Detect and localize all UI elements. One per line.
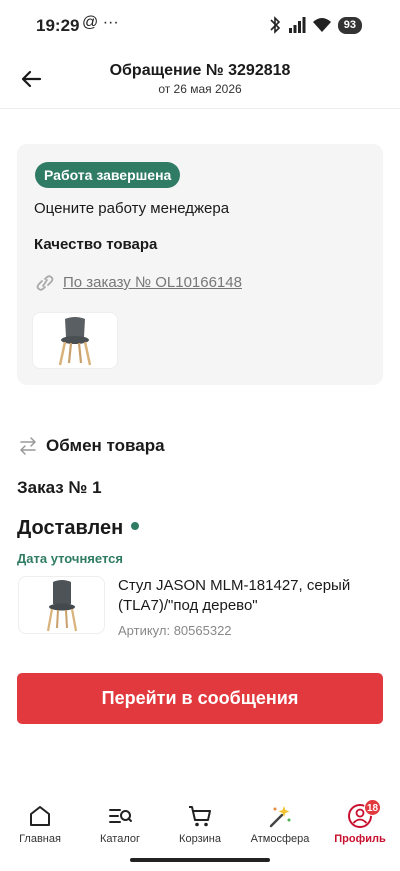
nav-label-atmosphere: Атмосфера	[250, 833, 310, 845]
page-subtitle: от 26 мая 2026	[158, 82, 242, 96]
nav-item-atmosphere[interactable]: Атмосфера	[240, 795, 320, 855]
bluetooth-icon	[270, 16, 280, 34]
exchange-label: Обмен товара	[46, 436, 165, 455]
nav-label-catalog: Каталог	[100, 833, 140, 845]
order-link-row[interactable]: По заказу № OL10166148	[34, 274, 242, 291]
notification-badge: 18	[364, 799, 381, 816]
nav-label-home: Главная	[19, 833, 61, 845]
magic-wand-icon	[269, 806, 291, 828]
link-icon	[36, 274, 54, 291]
exchange-icon	[20, 437, 36, 455]
delivery-date-note: Дата уточняется	[17, 551, 123, 566]
request-card: Работа завершена Оцените работу менеджер…	[17, 144, 383, 385]
order-link[interactable]: По заказу № OL10166148	[63, 274, 242, 291]
home-indicator[interactable]	[130, 858, 270, 862]
status-bar: 19:29 @ ··· 93	[0, 0, 400, 50]
request-topic: Качество товара	[34, 236, 158, 253]
go-to-messages-button[interactable]: Перейти в сообщения	[17, 673, 383, 724]
status-time: 19:29	[36, 16, 80, 35]
order-status-row: Доставлен	[17, 517, 140, 540]
signal-icon	[288, 17, 306, 33]
catalog-icon	[109, 809, 132, 823]
status-notification-icons: @ ···	[82, 14, 119, 31]
product-item[interactable]: Стул JASON MLM-181427, серый (TLA7)/"под…	[18, 576, 382, 638]
header-divider	[0, 108, 400, 109]
nav-label-profile: Профиль	[334, 833, 386, 845]
status-badge: Работа завершена	[35, 162, 181, 188]
nav-label-cart: Корзина	[179, 833, 221, 845]
bottom-navigation: Главная Каталог Корзина Атмосфера 18 Про…	[0, 795, 400, 855]
status-dot	[131, 521, 140, 530]
product-article: Артикул: 80565322	[118, 623, 232, 638]
product-thumbnail[interactable]	[32, 312, 118, 369]
status-right-icons: 93	[268, 15, 362, 35]
rate-manager-link[interactable]: Оцените работу менеджера	[34, 200, 229, 217]
order-number: Заказ № 1	[17, 478, 102, 497]
nav-item-cart[interactable]: Корзина	[160, 795, 240, 855]
battery-indicator: 93	[337, 16, 362, 34]
exchange-row: Обмен товара	[18, 436, 165, 456]
nav-item-home[interactable]: Главная	[0, 795, 80, 855]
nav-item-catalog[interactable]: Каталог	[80, 795, 160, 855]
nav-item-profile[interactable]: 18 Профиль	[320, 795, 400, 855]
chair-image	[58, 316, 92, 365]
wifi-icon	[312, 18, 331, 32]
page-title: Обращение № 3292818	[109, 62, 291, 79]
chair-image	[46, 580, 77, 632]
home-icon	[30, 806, 50, 826]
product-image[interactable]	[18, 576, 105, 634]
order-status: Доставлен	[17, 517, 124, 539]
header: Обращение № 3292818 от 26 мая 2026	[0, 50, 400, 110]
cart-icon	[189, 806, 211, 827]
product-name[interactable]: Стул JASON MLM-181427, серый (TLA7)/"под…	[118, 576, 368, 616]
